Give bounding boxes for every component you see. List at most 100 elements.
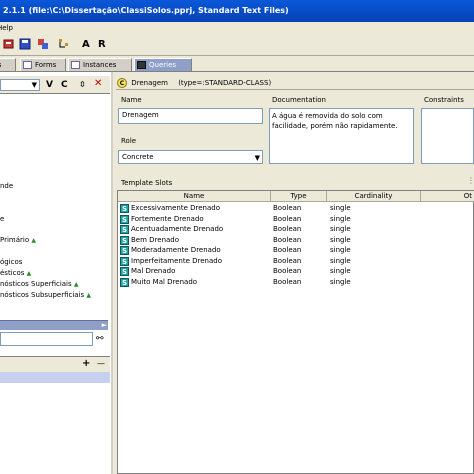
a-button[interactable]: A [82,38,90,51]
slot-icon: S [120,225,129,234]
abstract-star-icon: ▲ [86,292,92,299]
queries-icon [137,61,146,69]
slot-cardinality: single [330,204,351,212]
v-button[interactable]: V [46,79,53,91]
slot-name: Fortemente Drenado [131,214,204,223]
r-button[interactable]: R [98,38,106,51]
cut-icon[interactable] [37,38,49,51]
name-field[interactable]: Drenagem [118,108,263,124]
tree-item[interactable]: e [0,215,4,224]
documentation-field[interactable]: A água é removida do solo com facilidade… [269,108,414,164]
scroll-right-icon[interactable]: ► [102,321,107,329]
c-button[interactable]: C [61,79,68,91]
table-row[interactable]: S Muito Mal Drenado Boolean single [118,277,473,288]
documentation-label: Documentation [272,96,326,104]
slot-name: Acentuadamente Drenado [131,225,224,233]
slot-type: Boolean [273,246,302,254]
column-header-other[interactable]: Ot [421,191,474,202]
class-header-name: Drenagem [131,79,168,87]
table-row[interactable]: S Mal Drenado Boolean single [118,266,473,277]
slot-icon: S [120,256,129,266]
slot-cardinality: single [330,246,351,254]
slot-type: Boolean [273,235,302,244]
window-title: 2.1.1 (file:\C:\Dissertação\ClassiSolos.… [3,6,289,15]
hierarchy-icon[interactable] [58,38,70,51]
menu-bar: Help [0,22,474,34]
slot-name: Mal Drenado [131,267,176,275]
add-superclass-button[interactable]: + [82,358,90,369]
remove-superclass-icon[interactable]: — [97,359,105,368]
menu-help[interactable]: Help [0,24,13,32]
slot-type: Boolean [273,225,302,233]
slot-icon: S [120,277,129,287]
slot-type: Boolean [273,256,302,265]
forms-icon [23,61,32,69]
slot-name: Imperfeitamente Drenado [131,256,222,265]
move-icon[interactable]: ⇳ [79,79,86,91]
role-label: Role [121,137,137,145]
abstract-star-icon: ▲ [26,270,32,277]
slot-icon: S [120,204,129,213]
table-row[interactable]: S Imperfeitamente Drenado Boolean single [118,256,473,267]
class-search-input[interactable] [0,332,93,346]
table-row[interactable]: S Fortemente Drenado Boolean single [118,214,473,225]
project-icon[interactable] [3,38,15,51]
tab-forms-label: Forms [35,61,57,69]
tree-item[interactable]: Primário ▲ [0,236,36,245]
tree-item[interactable]: nósticos Subsuperficiais ▲ [0,291,91,300]
class-editor-header: C Drenagem (type=:STANDARD-CLASS) [116,76,474,90]
slot-options-icon[interactable]: ⋮ [467,176,474,185]
class-header-type: (type=:STANDARD-CLASS) [178,79,272,87]
abstract-star-icon: ▲ [31,237,36,244]
role-value: Concrete [122,153,154,161]
tab-forms[interactable]: Forms [20,58,66,71]
tab-instances-label: Instances [83,61,117,69]
constraints-list[interactable] [421,108,474,164]
slot-name: Muito Mal Drenado [131,277,198,286]
slot-icon: S [120,246,129,255]
slot-type: Boolean [273,277,302,286]
class-browser-header: ▼ V C ⇳ ✕ [0,76,110,94]
binoculars-icon[interactable]: ⚯ [96,334,104,344]
superclass-header: + — [0,356,110,372]
tree-item[interactable]: nósticos Superficiais ▲ [0,280,79,289]
slot-type: Boolean [273,267,302,275]
tree-item[interactable]: ógicos [0,258,22,267]
slot-icon: S [120,235,129,245]
template-slots-table: Name Type Cardinality Ot S Excessivamente… [117,190,474,474]
tab-instances[interactable]: Instances [68,58,132,71]
slot-cardinality: single [330,267,351,275]
chevron-down-icon: ▼ [31,81,37,89]
slot-icon: S [120,214,129,224]
table-row[interactable]: S Excessivamente Drenado Boolean single [118,203,473,214]
column-header-cardinality[interactable]: Cardinality [327,191,421,202]
slot-cardinality: single [330,214,351,223]
tree-item[interactable]: nde [0,182,13,191]
tree-item[interactable]: ésticos ▲ [0,269,31,278]
tab-queries-label: Queries [149,61,177,69]
slot-name: Moderadamente Drenado [131,246,221,254]
horizontal-scrollbar[interactable]: ► [0,320,108,330]
save-icon[interactable] [19,38,31,51]
column-header-type[interactable]: Type [271,191,327,202]
table-row[interactable]: S Bem Drenado Boolean single [118,235,473,246]
chevron-down-icon: ▼ [254,154,260,162]
instances-icon [71,61,80,69]
template-slots-label: Template Slots [121,179,173,187]
slot-name: Bem Drenado [131,235,180,244]
toolbar: A R [0,34,474,56]
table-row[interactable]: S Acentuadamente Drenado Boolean single [118,224,473,235]
table-row[interactable]: S Moderadamente Drenado Boolean single [118,245,473,256]
slot-cardinality: single [330,225,351,233]
tab-bar: ts Forms Instances Queries [0,56,474,72]
window-title-bar: 2.1.1 (file:\C:\Dissertação\ClassiSolos.… [0,0,474,22]
delete-icon[interactable]: ✕ [94,78,102,90]
slot-cardinality: single [330,256,351,265]
tab-slots[interactable]: ts [0,58,16,71]
class-browser-combo[interactable]: ▼ [0,79,40,91]
slot-icon: S [120,267,129,276]
role-select[interactable]: Concrete ▼ [118,150,263,164]
tab-queries[interactable]: Queries [134,58,192,71]
superclass-list-item[interactable] [0,372,110,383]
column-header-name[interactable]: Name [118,191,271,202]
